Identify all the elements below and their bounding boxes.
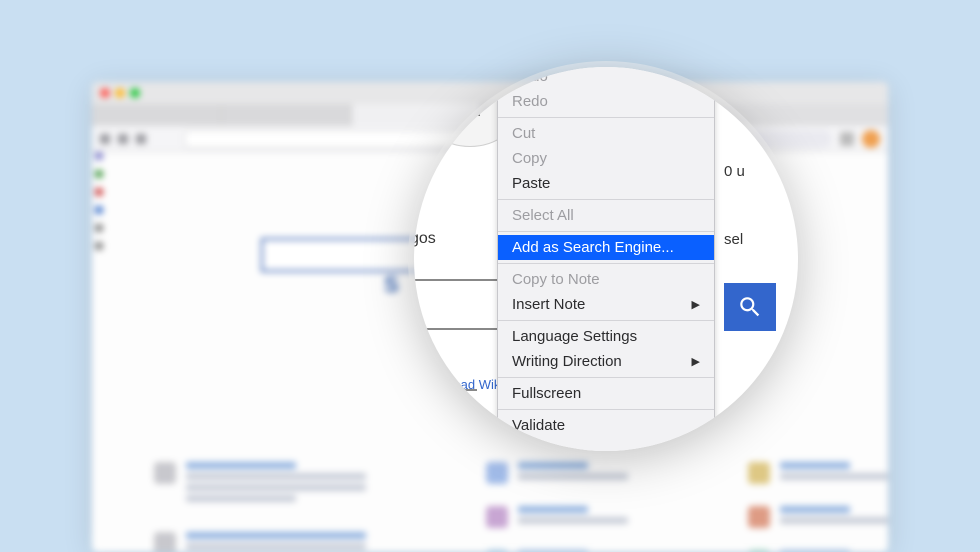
extension-icon[interactable] xyxy=(840,132,854,146)
menu-insert-note[interactable]: Insert Note▶ xyxy=(498,292,714,317)
menu-validate[interactable]: Validate xyxy=(498,413,714,438)
browser-tab[interactable] xyxy=(92,104,222,126)
menu-separator xyxy=(498,117,714,118)
text-fragment: 0 u xyxy=(724,163,745,180)
profile-avatar[interactable] xyxy=(862,130,880,148)
search-icon xyxy=(737,294,763,320)
minimize-window-button[interactable] xyxy=(115,88,125,98)
close-window-button[interactable] xyxy=(100,88,110,98)
sidebar-panel-icon[interactable] xyxy=(95,188,103,196)
sidebar-panel-icon[interactable] xyxy=(95,152,103,160)
sidebar-panel-icon[interactable] xyxy=(95,170,103,178)
menu-separator xyxy=(498,409,714,410)
menu-fullscreen[interactable]: Fullscreen xyxy=(498,381,714,406)
browser-sidebar xyxy=(92,152,104,352)
sidebar-panel-icon[interactable] xyxy=(95,224,103,232)
submenu-arrow-icon: ▶ xyxy=(692,298,700,311)
menu-copy-to-note[interactable]: Copy to Note xyxy=(498,267,714,292)
back-button[interactable] xyxy=(100,134,110,144)
menu-separator xyxy=(498,231,714,232)
context-menu: Undo Redo Cut Copy Paste Select All Add … xyxy=(497,67,715,451)
reload-button[interactable] xyxy=(136,134,146,144)
sidebar-panel-icon[interactable] xyxy=(95,242,103,250)
magnifier-lens: 維 0 u tigos sel Read Wikip Undo Redo Cut… xyxy=(414,67,798,451)
footer-block xyxy=(486,462,628,484)
text-fragment: sel xyxy=(724,231,743,248)
menu-copy[interactable]: Copy xyxy=(498,146,714,171)
maximize-window-button[interactable] xyxy=(130,88,140,98)
download-block xyxy=(154,532,366,552)
underline xyxy=(414,279,497,281)
wikimedia-icon xyxy=(154,462,176,484)
menu-paste[interactable]: Paste xyxy=(498,171,714,196)
logo-glyph: 維 xyxy=(459,91,481,123)
project-icon xyxy=(748,506,770,528)
menu-select-all[interactable]: Select All xyxy=(498,203,714,228)
menu-redo[interactable]: Redo xyxy=(498,89,714,114)
menu-undo[interactable]: Undo xyxy=(498,67,714,89)
project-icon xyxy=(486,462,508,484)
project-icon xyxy=(486,506,508,528)
menu-separator xyxy=(498,263,714,264)
menu-writing-direction[interactable]: Writing Direction▶ xyxy=(498,349,714,374)
browser-tab[interactable] xyxy=(222,104,352,126)
wikipedia-letter: S xyxy=(384,272,399,298)
project-icon xyxy=(748,462,770,484)
sidebar-panel-icon[interactable] xyxy=(95,206,103,214)
download-icon xyxy=(154,532,176,552)
menu-language-settings[interactable]: Language Settings xyxy=(498,324,714,349)
menu-cut[interactable]: Cut xyxy=(498,121,714,146)
menu-separator xyxy=(498,199,714,200)
search-button[interactable] xyxy=(724,283,776,331)
footer-block xyxy=(748,506,888,528)
menu-inspect[interactable]: Inspect xyxy=(498,438,714,451)
footer-block xyxy=(486,506,628,528)
menu-separator xyxy=(498,320,714,321)
footer-block xyxy=(748,462,888,484)
menu-separator xyxy=(498,377,714,378)
menu-add-search-engine[interactable]: Add as Search Engine... xyxy=(498,235,714,260)
forward-button[interactable] xyxy=(118,134,128,144)
submenu-arrow-icon: ▶ xyxy=(692,355,700,368)
text-fragment: tigos xyxy=(414,230,436,248)
